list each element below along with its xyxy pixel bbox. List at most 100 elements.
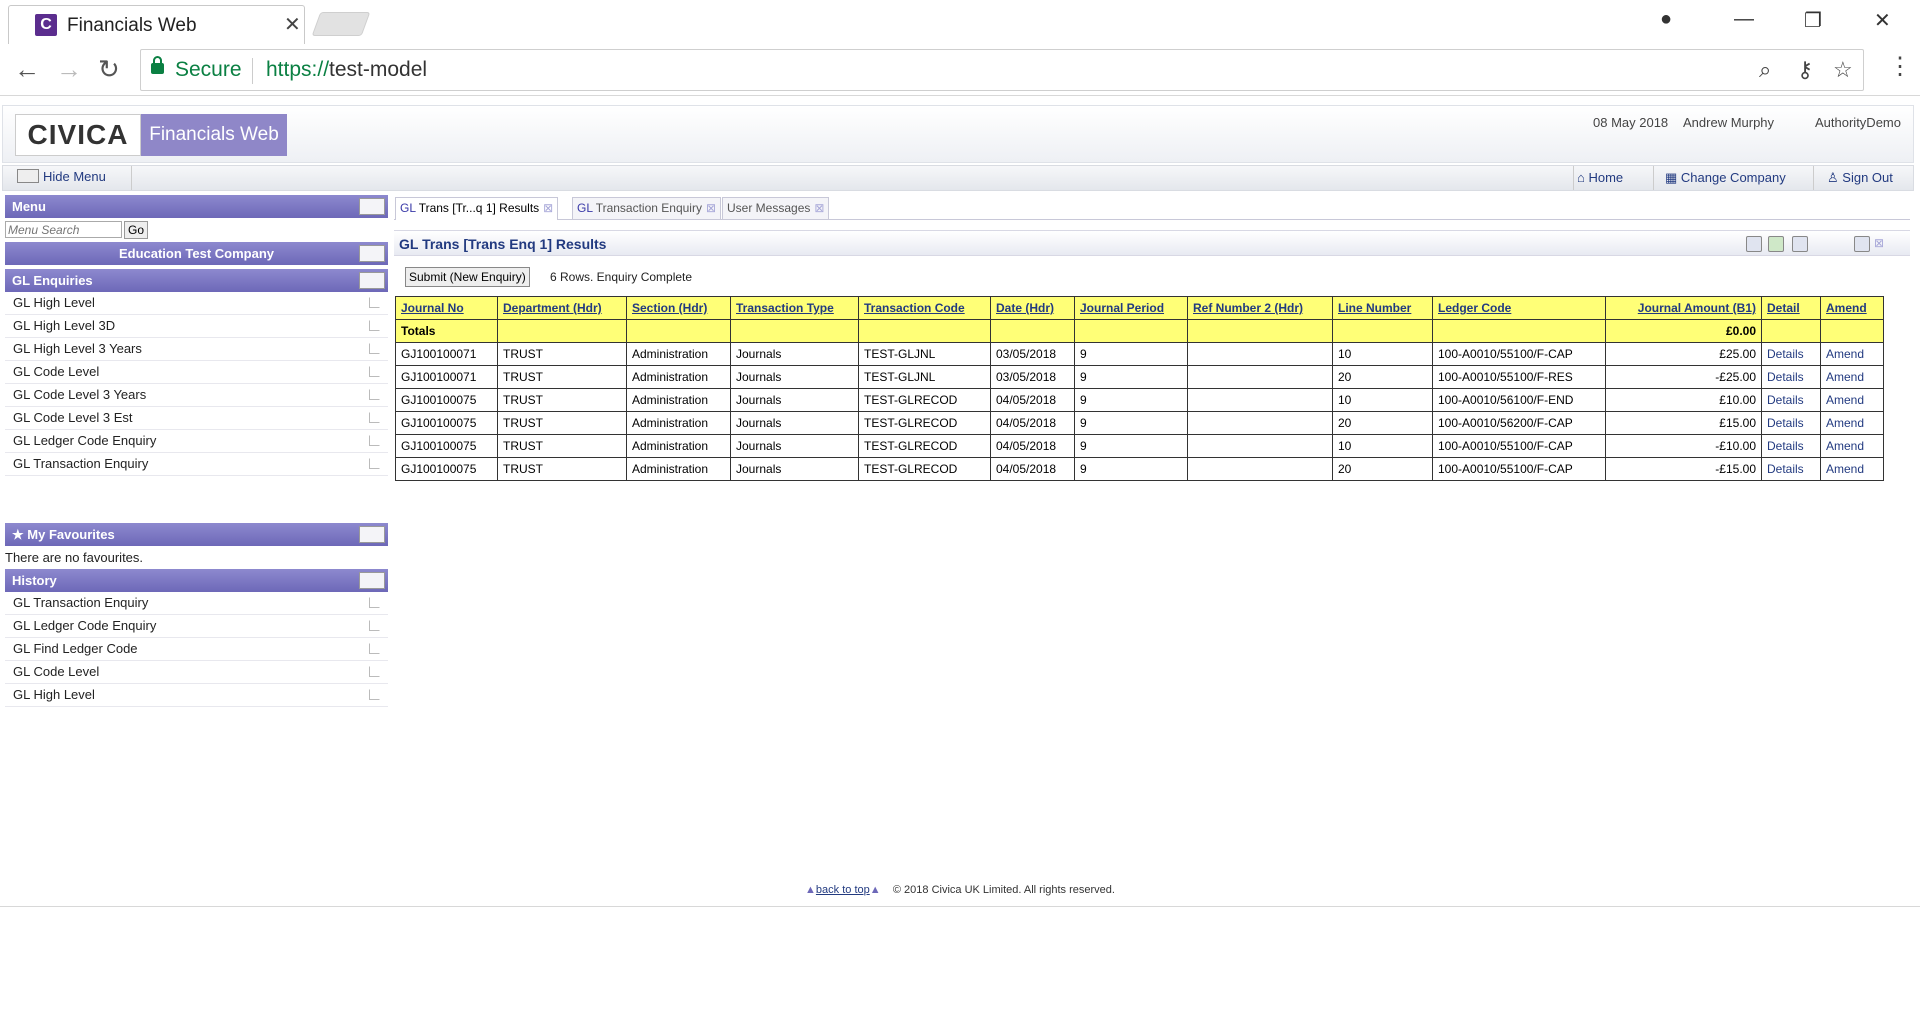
sort-link[interactable]: Ledger Code (1438, 301, 1511, 315)
panel-toggle-icon[interactable] (359, 198, 385, 215)
tab-close-icon[interactable]: ⊠ (814, 201, 824, 215)
url-text[interactable]: https://test-model (266, 58, 427, 82)
amend-link[interactable]: Amend (1826, 370, 1864, 384)
column-header-line-number[interactable]: Line Number (1332, 296, 1433, 320)
filter-icon[interactable] (1792, 236, 1808, 252)
panel-toggle-icon[interactable] (359, 526, 385, 543)
amend-link[interactable]: Amend (1826, 416, 1864, 430)
amend-link[interactable]: Amend (1826, 347, 1864, 361)
window-close-icon[interactable]: ✕ (1874, 8, 1891, 33)
tab-close-icon[interactable]: ⊠ (706, 201, 716, 215)
amend-link[interactable]: Amend (1826, 439, 1864, 453)
home-link[interactable]: ⌂ Home (1577, 170, 1623, 185)
sort-link[interactable]: Transaction Code (864, 301, 965, 315)
forward-arrow-icon[interactable]: → (56, 54, 82, 85)
print-icon[interactable] (1746, 236, 1762, 252)
sort-link[interactable]: Journal No (401, 301, 464, 315)
details-link[interactable]: Details (1767, 462, 1804, 476)
history-item-gl-high-level[interactable]: GL High Level (5, 684, 388, 707)
back-arrow-icon[interactable]: ← (14, 54, 40, 85)
open-external-icon[interactable] (369, 435, 380, 446)
details-link[interactable]: Details (1767, 370, 1804, 384)
open-external-icon[interactable] (369, 297, 380, 308)
browser-tab[interactable]: C Financials Web ✕ (8, 5, 305, 44)
column-header-transaction-type[interactable]: Transaction Type (730, 296, 859, 320)
column-header-section[interactable]: Section (Hdr) (626, 296, 731, 320)
details-link[interactable]: Details (1767, 347, 1804, 361)
sidebar-item-gl-code-level[interactable]: GL Code Level (5, 361, 388, 384)
panel-toggle-icon[interactable] (359, 572, 385, 589)
maximize-panel-icon[interactable] (1854, 236, 1870, 252)
column-header-journal-amount[interactable]: Journal Amount (B1) (1605, 296, 1762, 320)
open-external-icon[interactable] (369, 389, 380, 400)
back-to-top-link[interactable]: back to top (816, 884, 870, 896)
column-header-detail[interactable]: Detail (1761, 296, 1821, 320)
sidebar-item-gl-ledger-code-enquiry[interactable]: GL Ledger Code Enquiry (5, 430, 388, 453)
open-external-icon[interactable] (369, 343, 380, 354)
column-header-journal-period[interactable]: Journal Period (1074, 296, 1188, 320)
sidebar-item-gl-high-level-3-years[interactable]: GL High Level 3 Years (5, 338, 388, 361)
bookmark-star-icon[interactable]: ☆ (1833, 57, 1853, 83)
go-button[interactable]: Go (124, 221, 148, 239)
tab-gl-transaction-enquiry[interactable]: GL Transaction Enquiry ⊠ (572, 197, 722, 219)
sort-link[interactable]: Amend (1826, 301, 1867, 315)
tab-user-messages[interactable]: User Messages ⊠ (722, 197, 830, 219)
column-header-ref-number-2[interactable]: Ref Number 2 (Hdr) (1187, 296, 1333, 320)
open-external-icon[interactable] (369, 643, 380, 654)
column-header-ledger-code[interactable]: Ledger Code (1432, 296, 1606, 320)
excel-export-icon[interactable] (1768, 236, 1784, 252)
sort-link[interactable]: Journal Amount (B1) (1638, 301, 1756, 315)
open-external-icon[interactable] (369, 366, 380, 377)
history-item-gl-ledger-code-enquiry[interactable]: GL Ledger Code Enquiry (5, 615, 388, 638)
sidebar-item-gl-high-level-3d[interactable]: GL High Level 3D (5, 315, 388, 338)
sidebar-item-gl-transaction-enquiry[interactable]: GL Transaction Enquiry (5, 453, 388, 476)
amend-link[interactable]: Amend (1826, 462, 1864, 476)
sidebar-item-gl-high-level[interactable]: GL High Level (5, 292, 388, 315)
sort-link[interactable]: Detail (1767, 301, 1800, 315)
open-external-icon[interactable] (369, 320, 380, 331)
column-header-transaction-code[interactable]: Transaction Code (858, 296, 991, 320)
details-link[interactable]: Details (1767, 393, 1804, 407)
open-external-icon[interactable] (369, 458, 380, 469)
open-external-icon[interactable] (369, 412, 380, 423)
change-company-link[interactable]: ▦ Change Company (1665, 170, 1786, 186)
profile-icon[interactable]: ● (1660, 8, 1672, 31)
column-header-journal-no[interactable]: Journal No (395, 296, 498, 320)
sort-link[interactable]: Date (Hdr) (996, 301, 1054, 315)
column-header-department[interactable]: Department (Hdr) (497, 296, 627, 320)
sort-link[interactable]: Line Number (1338, 301, 1411, 315)
sidebar-item-gl-code-level-3-est[interactable]: GL Code Level 3 Est (5, 407, 388, 430)
address-bar[interactable]: Secure https://test-model ⌕ ⚷ ☆ (140, 49, 1864, 91)
tab-close-icon[interactable]: ⊠ (543, 201, 553, 215)
details-link[interactable]: Details (1767, 416, 1804, 430)
zoom-icon[interactable]: ⌕ (1759, 57, 1771, 83)
new-tab-button[interactable] (311, 12, 371, 36)
sign-out-link[interactable]: ♙ Sign Out (1827, 170, 1893, 186)
open-external-icon[interactable] (369, 597, 380, 608)
sort-link[interactable]: Department (Hdr) (503, 301, 602, 315)
column-header-amend[interactable]: Amend (1820, 296, 1884, 320)
open-external-icon[interactable] (369, 689, 380, 700)
panel-expand-icon[interactable] (359, 272, 385, 289)
tab-gl-trans-results[interactable]: GL Trans [Tr...q 1] Results ⊠ (395, 197, 559, 220)
sort-link[interactable]: Section (Hdr) (632, 301, 707, 315)
column-header-date[interactable]: Date (Hdr) (990, 296, 1075, 320)
sort-link[interactable]: Journal Period (1080, 301, 1164, 315)
close-tab-icon[interactable]: ✕ (284, 12, 301, 37)
menu-search-input[interactable] (5, 221, 122, 238)
restore-icon[interactable]: ❐ (1804, 8, 1822, 33)
panel-toggle-icon[interactable] (359, 245, 385, 262)
open-external-icon[interactable] (369, 666, 380, 677)
open-external-icon[interactable] (369, 620, 380, 631)
sidebar-item-gl-code-level-3-years[interactable]: GL Code Level 3 Years (5, 384, 388, 407)
hide-menu-link[interactable]: Hide Menu (17, 169, 106, 184)
submit-new-enquiry-button[interactable]: Submit (New Enquiry) (405, 267, 530, 287)
sort-link[interactable]: Transaction Type (736, 301, 834, 315)
browser-menu-icon[interactable]: ⋮ (1888, 52, 1912, 81)
minimize-icon[interactable]: — (1734, 8, 1754, 31)
history-item-gl-transaction-enquiry[interactable]: GL Transaction Enquiry (5, 592, 388, 615)
history-item-gl-find-ledger-code[interactable]: GL Find Ledger Code (5, 638, 388, 661)
history-item-gl-code-level[interactable]: GL Code Level (5, 661, 388, 684)
key-icon[interactable]: ⚷ (1797, 57, 1813, 83)
amend-link[interactable]: Amend (1826, 393, 1864, 407)
